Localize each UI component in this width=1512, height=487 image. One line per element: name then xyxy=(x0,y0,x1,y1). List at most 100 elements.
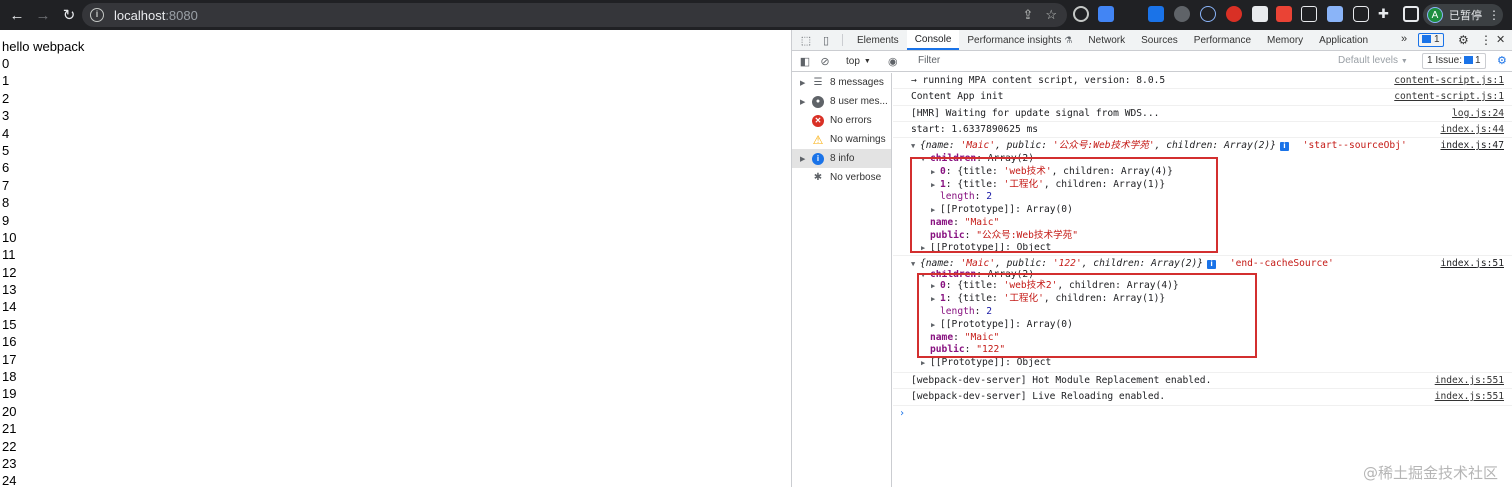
devtools-panel: ⬚ ▯ Elements Console Performance insight… xyxy=(791,30,1512,487)
address-url: localhost:8080 xyxy=(114,8,198,23)
number-line: 20 xyxy=(2,403,17,419)
extension-icon[interactable] xyxy=(1353,6,1369,22)
message-count-badge[interactable]: 1 xyxy=(1418,33,1444,47)
source-link[interactable]: index.js:51 xyxy=(1440,258,1504,271)
more-menu-icon[interactable]: ⋮ xyxy=(1488,8,1500,22)
number-line: 12 xyxy=(2,264,17,280)
site-info-icon[interactable]: i xyxy=(90,8,104,22)
bug-icon: ✱ xyxy=(813,172,823,183)
sidebar-item[interactable]: ▶ i 8 info xyxy=(792,149,891,168)
inspect-element-icon[interactable]: ⬚ xyxy=(796,30,816,50)
tree-row[interactable]: ▶ [[Prototype]]: Object xyxy=(911,357,1512,370)
summary-public: '公众号:Web技术学苑' xyxy=(1052,140,1155,152)
sidebar-item[interactable]: ▶ ● 8 user mes... xyxy=(792,92,891,111)
number-line: 13 xyxy=(2,282,17,298)
list-icon: ☰ xyxy=(813,77,823,88)
side-panel-icon[interactable] xyxy=(1403,6,1419,22)
issues-button[interactable]: 1 Issue: 1 xyxy=(1422,53,1486,69)
source-link[interactable]: log.js:24 xyxy=(1452,106,1504,122)
share-icon[interactable]: ⇪ xyxy=(1022,7,1033,23)
extension-icon[interactable] xyxy=(1301,6,1317,22)
more-tabs-icon[interactable]: » xyxy=(1401,33,1407,45)
tab-network[interactable]: Network xyxy=(1080,30,1133,50)
summary-sep: , public: xyxy=(995,140,1053,152)
summary-name: 'Maic' xyxy=(960,140,996,152)
number-line: 1 xyxy=(2,73,10,89)
bookmark-star-icon[interactable]: ☆ xyxy=(1045,7,1057,23)
reload-icon[interactable]: ↻ xyxy=(58,4,80,26)
tab-performance-insights[interactable]: Performance insights ⚗ xyxy=(959,30,1080,50)
page-heading: hello webpack xyxy=(2,39,85,54)
react-extension-icon[interactable] xyxy=(1200,6,1216,22)
sidebar-item-label: 8 messages xyxy=(830,77,884,88)
source-link[interactable]: index.js:551 xyxy=(1435,389,1504,405)
console-prompt[interactable]: › xyxy=(893,406,1512,422)
tab-console[interactable]: Console xyxy=(906,30,960,50)
browser-toolbar: ← → ↻ i localhost:8080 ⇪ ☆ ✚ A 已暂停 ⋮ xyxy=(0,0,1512,30)
expand-triangle-icon[interactable]: ▼ xyxy=(911,140,920,153)
object-summary[interactable]: ▼ {name: 'Maic', public: '122', children:… xyxy=(911,258,1512,271)
info-icon: i xyxy=(812,152,824,165)
tab-sources[interactable]: Sources xyxy=(1133,30,1186,50)
puzzle-extensions-icon[interactable]: ✚ xyxy=(1378,6,1394,22)
source-link[interactable]: content-script.js:1 xyxy=(1394,73,1504,89)
console-body: ▶ ☰ 8 messages ▶ ● 8 user mes... ✕ No errors ⚠ No… xyxy=(792,73,1512,487)
tab-elements[interactable]: Elements xyxy=(849,30,907,50)
number-line: 11 xyxy=(2,247,16,263)
close-devtools-icon[interactable]: ✕ xyxy=(1496,33,1505,46)
address-bar[interactable]: i localhost:8080 ⇪ ☆ xyxy=(82,3,1067,27)
forward-arrow-icon[interactable]: → xyxy=(32,4,54,26)
extension-icon[interactable] xyxy=(1327,6,1343,22)
expand-arrow-icon[interactable]: ▶ xyxy=(800,98,812,106)
sidebar-item[interactable]: ✱ No verbose xyxy=(792,168,891,187)
sidebar-item[interactable]: ⚠ No warnings xyxy=(792,130,891,149)
live-expression-eye-icon[interactable]: ◉ xyxy=(883,55,903,68)
context-label: top xyxy=(846,55,860,67)
expand-arrow-icon[interactable]: ▶ xyxy=(800,155,812,163)
number-line: 9 xyxy=(2,212,10,228)
summary-name: 'Maic' xyxy=(960,257,996,269)
tab-label: Performance insights xyxy=(967,34,1062,46)
source-link[interactable]: index.js:551 xyxy=(1435,373,1504,389)
extension-icon[interactable] xyxy=(1073,6,1089,22)
number-line: 23 xyxy=(2,455,17,471)
tab-memory[interactable]: Memory xyxy=(1259,30,1311,50)
number-list: 0 1 2 3 4 5 6 7 8 9 10 11 12 13 14 15 16 17 18 19 20 21 22 23 24 xyxy=(2,55,791,487)
prompt-chevron-icon: › xyxy=(899,407,906,419)
source-link[interactable]: index.js:44 xyxy=(1440,122,1504,138)
log-label: 'start--sourceObj' xyxy=(1302,140,1407,152)
context-selector[interactable]: top ▼ xyxy=(842,56,875,67)
experiment-flask-icon: ⚗ xyxy=(1064,34,1073,45)
extension-icon[interactable] xyxy=(1174,6,1190,22)
sidebar-item-label: 8 user mes... xyxy=(830,96,888,107)
sidebar-toggle-icon[interactable]: ◧ xyxy=(795,55,815,68)
tab-performance[interactable]: Performance xyxy=(1186,30,1259,50)
extension-icon[interactable] xyxy=(1252,6,1268,22)
fe-extension-icon[interactable] xyxy=(1226,6,1242,22)
user-icon: ● xyxy=(812,95,824,108)
expand-arrow-icon[interactable]: ▶ xyxy=(800,79,812,87)
settings-gear-icon[interactable]: ⚙ xyxy=(1458,33,1469,47)
tab-application[interactable]: Application xyxy=(1311,30,1376,50)
issues-count: 1 xyxy=(1475,55,1481,66)
object-summary[interactable]: ▼ {name: 'Maic', public: '公众号:Web技术学苑', c… xyxy=(911,140,1512,153)
sidebar-item[interactable]: ▶ ☰ 8 messages xyxy=(792,73,891,92)
sidebar-item[interactable]: ✕ No errors xyxy=(792,111,891,130)
expand-triangle-icon[interactable]: ▼ xyxy=(911,258,920,271)
profile-button[interactable]: A 已暂停 ⋮ xyxy=(1423,4,1503,26)
device-toolbar-icon[interactable]: ▯ xyxy=(816,30,836,50)
new-extension-icon[interactable] xyxy=(1148,6,1164,22)
log-levels-dropdown[interactable]: Default levels ▼ xyxy=(1338,55,1408,66)
back-arrow-icon[interactable]: ← xyxy=(6,4,28,26)
source-link[interactable]: index.js:47 xyxy=(1440,140,1504,153)
translate-extension-icon[interactable] xyxy=(1098,6,1114,22)
source-link[interactable]: content-script.js:1 xyxy=(1394,89,1504,105)
more-options-icon[interactable]: ⋮ xyxy=(1480,33,1492,47)
clear-console-icon[interactable]: ⊘ xyxy=(815,55,835,68)
extension-icon[interactable] xyxy=(1276,6,1292,22)
console-settings-gear-icon[interactable]: ⚙ xyxy=(1497,54,1507,67)
message-text: [webpack-dev-server] Hot Module Replacem… xyxy=(911,374,1212,386)
summary-public: '122' xyxy=(1052,257,1082,269)
filter-input[interactable]: Filter xyxy=(912,53,1212,69)
collapsed-triangle-icon[interactable]: ▶ xyxy=(921,357,930,370)
